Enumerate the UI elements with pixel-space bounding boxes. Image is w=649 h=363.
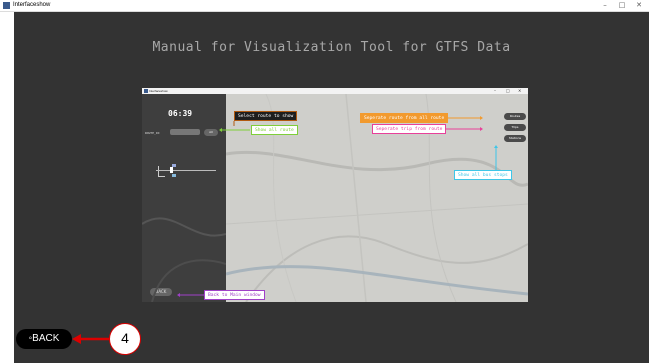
annotation-show-all-route: Show all route [251, 125, 298, 135]
page-title: Manual for Visualization Tool for GTFS D… [152, 40, 511, 55]
annotation-separate-route: Seperate route from all route [360, 113, 449, 123]
minimize-button[interactable]: – [597, 0, 613, 11]
annotation-separate-trip: Seperate trip from route [372, 124, 447, 134]
step-number-badge: 4 [109, 323, 141, 355]
annotation-back-to-main: Back to Main window [204, 290, 265, 300]
back-button[interactable]: ◦BACK [16, 329, 72, 349]
app-icon [3, 2, 10, 9]
arrow-left-icon [72, 334, 110, 344]
maximize-button[interactable]: □ [614, 0, 630, 11]
close-button[interactable]: ✕ [631, 0, 647, 11]
annotation-bus-stops: Show all bus stops [454, 170, 512, 180]
manual-screenshot: Interfaceshow – □ ✕ 06:39 ROUTE_ID All B… [142, 88, 528, 302]
annotation-arrows [177, 116, 498, 297]
main-canvas: Manual for Visualization Tool for GTFS D… [14, 12, 649, 363]
window-titlebar: Interfaceshow – □ ✕ [0, 0, 649, 12]
window-title: Interfaceshow [13, 2, 51, 8]
annotation-select-route: Select route to show [234, 111, 298, 121]
